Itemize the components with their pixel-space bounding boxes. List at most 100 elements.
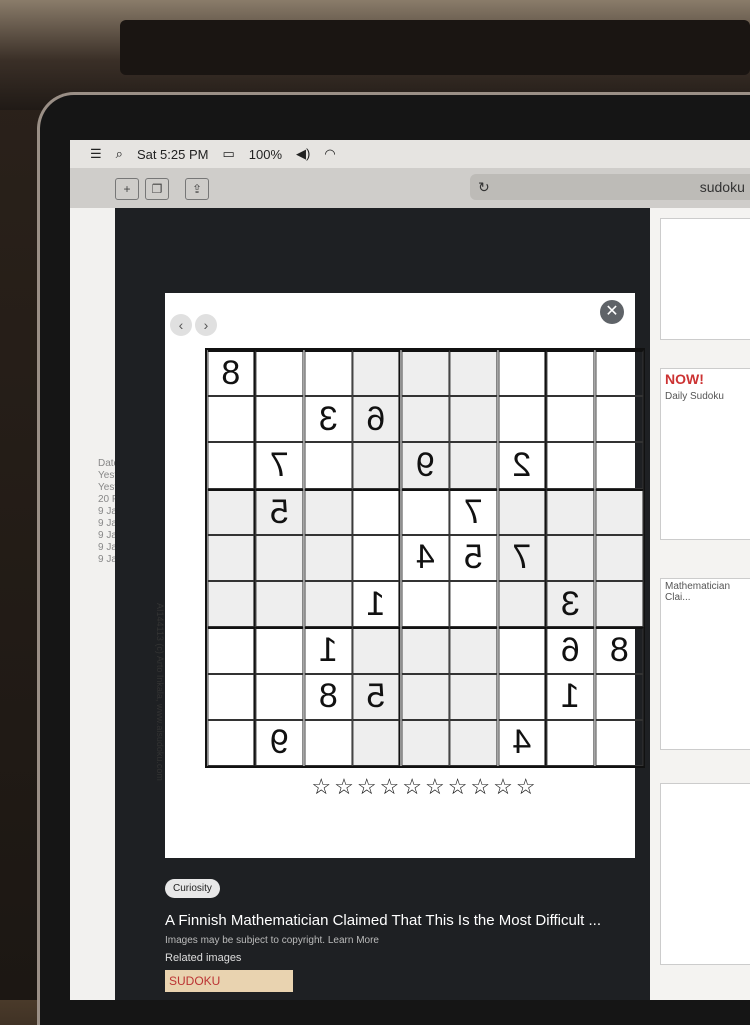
sudoku-cell (497, 396, 547, 443)
sudoku-cell: 4 (400, 534, 450, 582)
sudoku-cell (546, 396, 595, 443)
sudoku-cell (449, 673, 498, 720)
sudoku-cell (207, 442, 256, 489)
sudoku-cell (594, 442, 643, 489)
sudoku-cell (497, 627, 547, 674)
sudoku-cell (449, 581, 498, 628)
sudoku-cell: 5 (352, 673, 401, 720)
sudoku-cell: 3 (303, 396, 353, 443)
related-image-thumb[interactable]: SUDOKU (165, 970, 293, 992)
battery-icon[interactable]: ▭ (222, 146, 234, 162)
new-tab-button[interactable]: + (115, 178, 139, 200)
results-column: NOW! Daily Sudoku Mathematician Clai... (650, 208, 750, 1000)
sudoku-cell (255, 350, 304, 397)
sudoku-cell (594, 396, 643, 443)
copyright-note[interactable]: Images may be subject to copyright. Lear… (165, 935, 635, 946)
next-arrow-icon[interactable]: › (195, 314, 217, 336)
banner-text: NOW! (665, 371, 704, 387)
related-images-label: Related images (165, 952, 242, 964)
sudoku-cell (303, 488, 353, 535)
result-thumb-3[interactable]: Mathematician Clai... (660, 578, 750, 750)
prev-arrow-icon[interactable]: ‹ (170, 314, 192, 336)
sudoku-cell (449, 396, 498, 443)
clock[interactable]: Sat 5:25 PM (137, 147, 209, 162)
sudoku-cell (449, 442, 498, 489)
menu-bar: ☰ ⌕ Sat 5:25 PM ▭ 100% ◀) ◠ (70, 140, 750, 168)
sudoku-cell (207, 534, 256, 582)
sudoku-cell (207, 673, 256, 720)
sudoku-cell (546, 534, 595, 582)
result-info: Curiosity A Finnish Mathematician Claime… (165, 878, 635, 992)
sudoku-cell (352, 627, 401, 674)
sudoku-cell (400, 488, 450, 535)
sudoku-cell (594, 488, 643, 535)
address-bar[interactable]: ↻ sudoku (470, 174, 750, 200)
sudoku-cell (255, 396, 304, 443)
result-title[interactable]: A Finnish Mathematician Claimed That Thi… (165, 912, 635, 929)
sudoku-cell (303, 581, 353, 628)
result-thumb-1[interactable] (660, 218, 750, 340)
reload-icon[interactable]: ↻ (478, 179, 490, 196)
sudoku-cell (207, 627, 256, 674)
sudoku-cell (207, 719, 256, 766)
sudoku-cell: 5 (449, 534, 498, 582)
sudoku-cell (255, 581, 304, 628)
sudoku-cell (546, 488, 595, 535)
sudoku-cell (207, 581, 256, 628)
sudoku-cell: 9 (400, 442, 450, 489)
sudoku-cell: 5 (255, 488, 304, 535)
sudoku-grid: 836792574571316885194 (205, 348, 645, 768)
volume-icon[interactable]: ◀) (296, 146, 310, 162)
sudoku-cell (400, 719, 450, 766)
sudoku-cell (352, 442, 401, 489)
sudoku-cell (594, 673, 643, 720)
sudoku-cell (594, 350, 643, 397)
sudoku-cell (594, 534, 643, 582)
sudoku-cell (352, 719, 401, 766)
sudoku-cell (546, 350, 595, 397)
laptop-screen: ☰ ⌕ Sat 5:25 PM ▭ 100% ◀) ◠ + ❐ ⇪ ↻ sudo… (70, 140, 750, 1000)
sudoku-cell (449, 627, 498, 674)
sudoku-cell (497, 581, 547, 628)
sudoku-cell (497, 488, 547, 535)
search-icon[interactable]: ⌕ (116, 146, 123, 162)
tabs-icon[interactable]: ❐ (145, 178, 169, 200)
address-text: sudoku (699, 179, 745, 195)
sudoku-cell (400, 350, 450, 397)
sudoku-cell (497, 673, 547, 720)
sudoku-cell: 7 (449, 488, 498, 535)
sudoku-cell (352, 488, 401, 535)
sudoku-cell (497, 350, 547, 397)
sudoku-cell: 8 (303, 673, 353, 720)
sudoku-cell: 1 (546, 673, 595, 720)
sudoku-cell (255, 534, 304, 582)
sudoku-cell: 6 (352, 396, 401, 443)
sudoku-cell: 7 (497, 534, 547, 582)
sudoku-cell (207, 488, 256, 535)
sudoku-cell (303, 534, 353, 582)
background-shelf (120, 20, 750, 75)
sudoku-cell (449, 350, 498, 397)
sudoku-cell (303, 719, 353, 766)
caption-daily-sudoku: Daily Sudoku (665, 391, 724, 402)
result-thumb-2[interactable]: NOW! Daily Sudoku (660, 368, 750, 540)
sudoku-cell (207, 396, 256, 443)
close-icon[interactable]: ✕ (600, 300, 624, 324)
sudoku-cell (546, 442, 595, 489)
sudoku-cell: 8 (594, 627, 643, 674)
share-icon[interactable]: ⇪ (185, 178, 209, 200)
sudoku-cell (594, 581, 643, 628)
caption-mathematician: Mathematician Clai... (665, 581, 731, 603)
sudoku-cell (303, 442, 353, 489)
sudoku-cell: 8 (207, 350, 256, 397)
sudoku-cell (449, 719, 498, 766)
source-chip[interactable]: Curiosity (165, 879, 220, 898)
result-thumb-4[interactable] (660, 783, 750, 965)
menu-icon[interactable]: ☰ (90, 146, 102, 162)
sudoku-cell: 7 (255, 442, 304, 489)
sudoku-cell (255, 627, 304, 674)
sudoku-cell: 3 (546, 581, 595, 628)
battery-level: 100% (248, 146, 283, 162)
sudoku-cell: 1 (352, 581, 401, 628)
wifi-icon[interactable]: ◠ (324, 146, 335, 162)
